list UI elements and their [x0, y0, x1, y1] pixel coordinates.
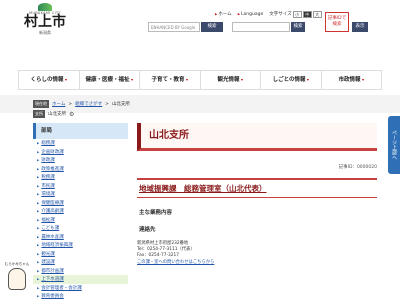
side-item[interactable]: 観光課: [33, 250, 128, 259]
gnav-work[interactable]: しごとの情報: [261, 71, 322, 89]
mascot[interactable]: むらかみちゃん: [2, 262, 32, 298]
side-item[interactable]: 上下水道課: [33, 275, 128, 284]
side-item[interactable]: 財政課: [33, 156, 128, 165]
site-logo[interactable]: MURAKAMI CITY 村上市 新潟県: [20, 3, 70, 53]
category-current: 山北支所: [48, 112, 66, 117]
side-item[interactable]: 環境課: [33, 190, 128, 199]
font-size-switcher: 文字サイズ 小 中 大: [269, 10, 322, 18]
site-search-button[interactable]: 検索: [201, 22, 223, 32]
side-item[interactable]: こども課: [33, 224, 128, 233]
gnav-tourism[interactable]: 観光情報: [201, 71, 261, 89]
page-title: 山北支所: [137, 123, 377, 151]
side-nav-heading: 部局: [33, 123, 128, 139]
side-item[interactable]: 市民課: [33, 182, 128, 191]
side-item[interactable]: 総務課: [33, 139, 128, 148]
article-id-label: 記事IDで検索: [325, 12, 349, 32]
main-content: 山北支所 記事ID：0000020 地域振興課 総務管理室（山北代表） 主な業務…: [137, 123, 377, 300]
article-id-search-button[interactable]: 検索: [291, 22, 305, 32]
side-item[interactable]: 保健医療課: [33, 199, 128, 208]
side-item[interactable]: 政策推進課: [33, 165, 128, 174]
font-size-label: 文字サイズ: [269, 12, 292, 17]
breadcrumb-tag: 現在地: [33, 100, 49, 108]
section-title-duties: 主な業務内容: [139, 210, 173, 216]
side-item[interactable]: 地域経済振興課: [33, 241, 128, 250]
record-id: 記事ID：0000020: [338, 165, 377, 170]
top-link-home[interactable]: ホーム: [215, 11, 231, 17]
breadcrumb-separator: >: [105, 101, 109, 107]
mascot-figure-icon: [8, 268, 26, 290]
logo-mark-icon: [38, 3, 52, 11]
breadcrumb-org[interactable]: 組織でさがす: [75, 101, 102, 107]
side-item[interactable]: 農林水産課: [33, 233, 128, 242]
global-nav: くらしの情報 健康・医療・福祉 子育て・教育 観光情報 しごとの情報 市政情報: [18, 70, 382, 90]
department-heading: 地域振興課 総務管理室（山北代表）: [137, 178, 377, 198]
breadcrumb-current: 山北支所: [111, 102, 130, 107]
site-header: MURAKAMI CITY 村上市 新潟県 ホーム Language 文字サイズ…: [0, 0, 400, 64]
article-id-input[interactable]: [232, 22, 290, 32]
breadcrumb: 現在地 ホーム > 組織でさがす > 山北支所: [33, 100, 130, 108]
font-size-small-button[interactable]: 小: [292, 10, 302, 18]
article-id-show-button[interactable]: 表示: [352, 22, 368, 32]
font-size-medium-button[interactable]: 中: [302, 10, 312, 18]
gnav-city[interactable]: 市政情報: [322, 71, 382, 89]
side-item[interactable]: 福祉課: [33, 216, 128, 225]
breadcrumb-home[interactable]: ホーム: [52, 101, 65, 107]
contact-inquiry-link[interactable]: この課・室への問い合わせはこちらから: [137, 260, 377, 266]
side-item[interactable]: 会計管理者・会計課: [33, 284, 128, 293]
contact-block: 新潟県村上市府屋232番地 Tel：0254-77-3111（代表） Fax：0…: [137, 241, 377, 266]
side-item[interactable]: 教育委員会: [33, 292, 128, 300]
top-link-language[interactable]: Language: [238, 12, 263, 17]
site-search-input[interactable]: ENHANCED BY Google: [148, 22, 200, 32]
section-title-contact: 連絡先: [139, 227, 156, 233]
logo-sub: 新潟県: [39, 30, 51, 35]
logo-name: 村上市: [24, 14, 66, 30]
breadcrumb-separator: >: [68, 101, 73, 107]
gear-icon[interactable]: ⚙: [69, 111, 74, 118]
side-item[interactable]: 都市計画課: [33, 267, 128, 276]
gnav-health[interactable]: 健康・医療・福祉: [80, 71, 140, 89]
category-tag: 支所: [33, 110, 45, 118]
side-item[interactable]: 企画財政課: [33, 148, 128, 157]
font-size-large-button[interactable]: 大: [312, 10, 322, 18]
side-nav: 部局 総務課 企画財政課 財政課 政策推進課 税務課 市民課 環境課 保健医療課…: [33, 123, 128, 300]
gnav-childcare[interactable]: 子育て・教育: [140, 71, 201, 89]
side-item[interactable]: 介護高齢課: [33, 207, 128, 216]
side-item[interactable]: 税務課: [33, 173, 128, 182]
side-item[interactable]: 建設課: [33, 258, 128, 267]
top-links: ホーム Language 文字サイズ 小 中 大: [215, 10, 322, 18]
page-top-tab[interactable]: ページ上部へ: [388, 116, 400, 174]
category-row: 支所 山北支所 ⚙: [33, 110, 74, 118]
mascot-label: むらかみちゃん: [4, 262, 30, 266]
gnav-living[interactable]: くらしの情報: [18, 71, 80, 89]
